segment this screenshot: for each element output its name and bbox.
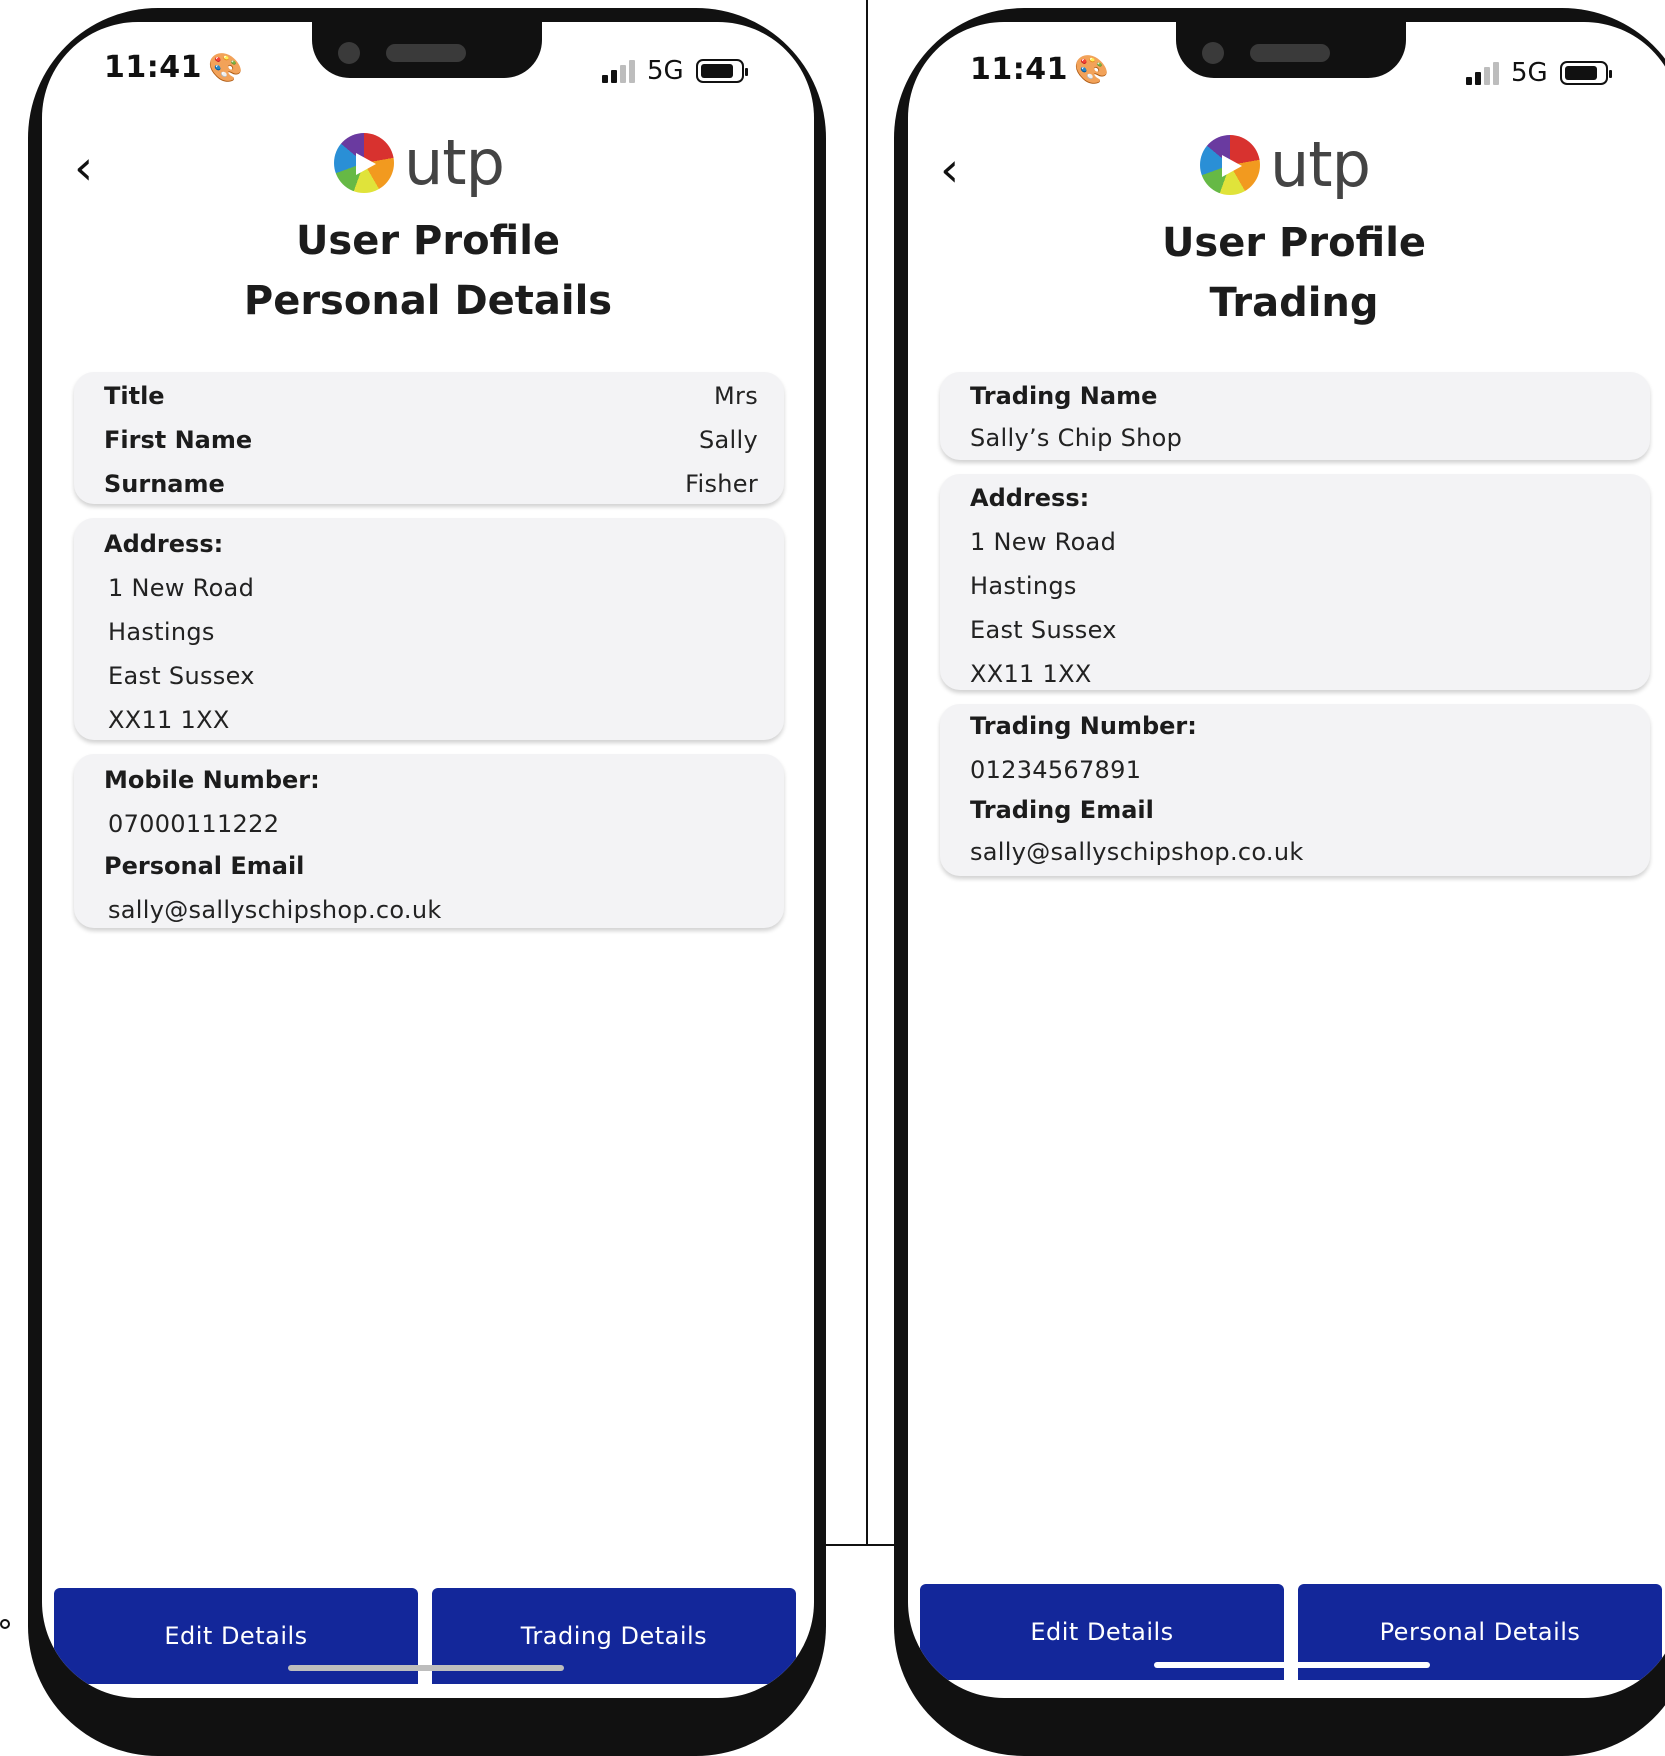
brand-logo: utp [1200,128,1371,201]
mobile-value: 07000111222 [108,810,280,838]
mobile-label: Mobile Number: [104,766,320,794]
status-time: 11:41 🎨 [970,52,1109,87]
title-label: Title [104,382,165,410]
network-label: 5G [647,56,684,86]
surname-value: Fisher [685,470,758,498]
brand-logo: utp [334,126,505,199]
address-label: Address: [970,484,1090,512]
email-value: sally@sallyschipshop.co.uk [108,896,442,924]
network-label: 5G [1511,58,1548,88]
status-indicators: 5G [1466,58,1612,88]
page-title-line2: Personal Details [243,278,613,324]
address-line-1: 1 New Road [970,528,1117,556]
flow-connector-vertical [866,0,868,1546]
status-time-text: 11:41 [104,50,202,85]
utp-logo-icon [334,133,394,193]
address-line-4: XX11 1XX [970,660,1092,688]
notch [1176,22,1406,78]
page-title-line2: Trading [1209,280,1379,326]
back-chevron-icon[interactable]: ‹ [74,144,114,194]
notch [312,22,542,78]
page-title-line1: User Profile [1161,220,1427,266]
address-line-3: East Sussex [108,662,255,690]
status-time-text: 11:41 [970,52,1068,87]
screen-trading: 11:41 🎨 5G ‹ utp User Profile Trading Tra… [908,22,1665,1698]
first-name-label: First Name [104,426,253,454]
palette-icon: 🎨 [208,51,244,84]
name-card: Title Mrs First Name Sally Surname Fishe… [74,372,784,504]
trading-name-value: Sally’s Chip Shop [970,424,1183,452]
page-title-line1: User Profile [295,218,561,264]
address-line-3: East Sussex [970,616,1117,644]
home-indicator [288,1665,564,1671]
logo-text: utp [1270,128,1371,201]
contact-card: Mobile Number: 07000111222 Personal Emai… [74,754,784,928]
status-time: 11:41 🎨 [104,50,243,85]
status-indicators: 5G [602,56,748,86]
title-value: Mrs [714,382,758,410]
address-line-2: Hastings [970,572,1077,600]
address-line-4: XX11 1XX [108,706,230,734]
home-indicator [1154,1662,1430,1668]
address-label: Address: [104,530,224,558]
address-line-2: Hastings [108,618,215,646]
trading-number-value: 01234567891 [970,756,1142,784]
battery-icon [1559,61,1612,85]
trading-email-value: sally@sallyschipshop.co.uk [970,838,1304,866]
back-chevron-icon[interactable]: ‹ [940,146,980,196]
address-line-1: 1 New Road [108,574,255,602]
trading-contact-card: Trading Number: 01234567891 Trading Emai… [940,704,1650,876]
utp-logo-icon [1200,135,1260,195]
palette-icon: 🎨 [1074,53,1110,86]
email-label: Personal Email [104,852,305,880]
address-card: Address: 1 New Road Hastings East Sussex… [74,518,784,740]
signal-icon [602,59,635,83]
first-name-value: Sally [699,426,758,454]
signal-icon [1466,61,1499,85]
flow-node-edge [0,1619,10,1629]
address-card: Address: 1 New Road Hastings East Sussex… [940,474,1650,690]
screen-personal: 11:41 🎨 5G ‹ utp User Profile Personal De… [42,22,814,1698]
trading-name-card: Trading Name Sally’s Chip Shop [940,372,1650,460]
surname-label: Surname [104,470,225,498]
battery-icon [695,59,748,83]
trading-name-label: Trading Name [970,382,1158,410]
trading-email-label: Trading Email [970,796,1154,824]
trading-number-label: Trading Number: [970,712,1197,740]
logo-text: utp [404,126,505,199]
